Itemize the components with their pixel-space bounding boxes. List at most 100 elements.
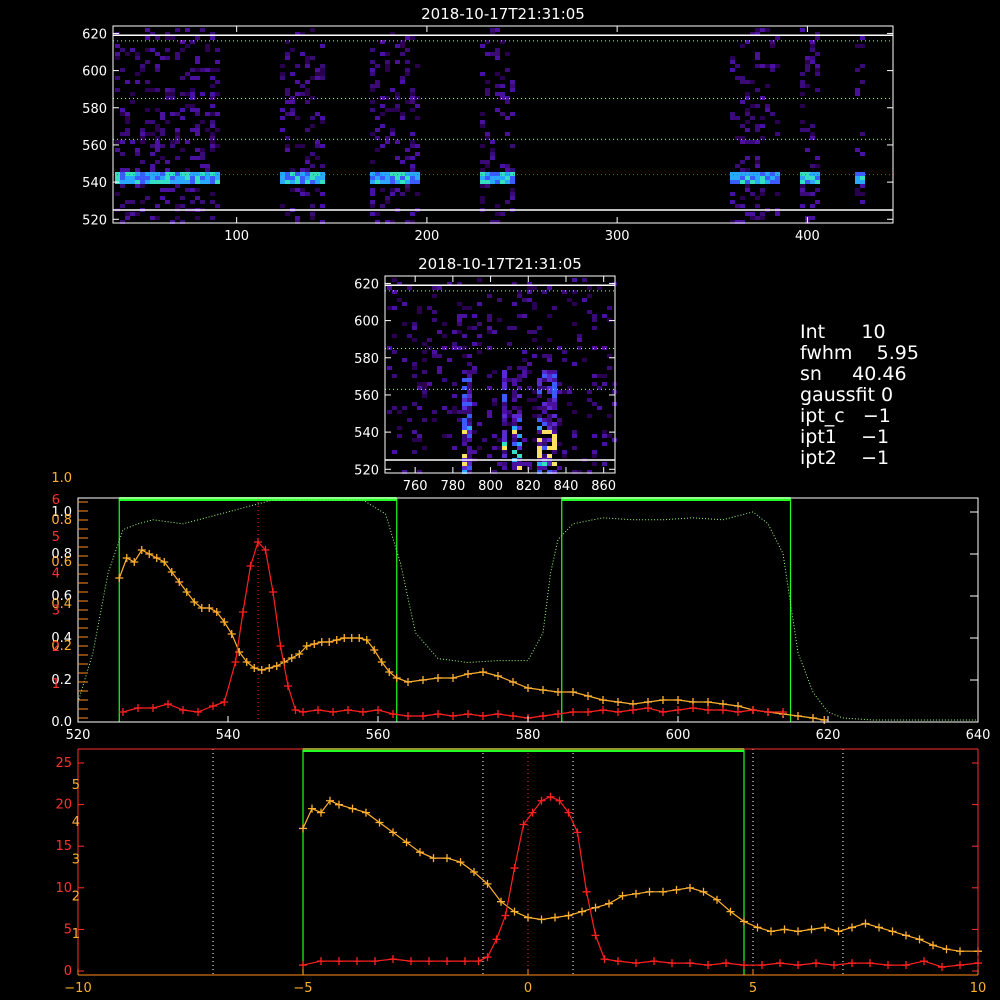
spectrogram-wide-title: 2018-10-17T21:31:05 [421, 5, 585, 23]
profile-offset-red-series-point-26 [632, 959, 640, 968]
info-gaussfit-label: gaussfit [800, 384, 875, 406]
profile-wavelength-red-series-point-10 [246, 562, 255, 570]
profile-wavelength-orange-tick-label-5: 1.0 [51, 471, 72, 486]
profile-wavelength-red-series-point-43 [689, 704, 697, 712]
profile-offset-red-tick-label-3: 15 [55, 839, 72, 854]
spectrogram-zoom-xtick-label-2: 800 [478, 479, 503, 494]
profile-wavelength-red-series-point-31 [509, 712, 517, 720]
profile-wavelength-orange-series-point-28 [325, 638, 334, 646]
profile-offset-orange-series-point-36 [767, 927, 775, 936]
profile-offset-red-series-point-4 [371, 957, 379, 966]
profile-wavelength-red-series-point-24 [404, 712, 412, 720]
profile-wavelength-xtick-label-3: 580 [516, 728, 541, 743]
profile-offset-red-series-point-41 [902, 961, 910, 970]
spectrogram-zoom-frame [384, 275, 616, 474]
profile-wavelength-red-series-point-44 [704, 706, 712, 714]
profile-wavelength-red-series-point-48 [764, 708, 772, 716]
profile-offset-red-series-point-37 [830, 961, 838, 970]
info-int-value: 10 [861, 321, 886, 343]
profile-wavelength-orange-series-point-44 [494, 672, 502, 680]
profile-offset-red-series-point-2 [335, 957, 343, 966]
profile-offset-orange-series-point-28 [659, 887, 667, 896]
profile-wavelength-orange-series-point-45 [509, 678, 517, 686]
profile-offset-red-series-point-43 [938, 963, 946, 972]
profile-offset-red-series-point-39 [866, 959, 874, 968]
profile-wavelength-red-series-point-34 [554, 710, 562, 718]
profile-wavelength-red-series-point-7 [220, 698, 229, 706]
profile-offset-orange-series-point-12 [443, 854, 451, 863]
profile-wavelength-red-series-point-4 [179, 706, 187, 714]
profile-wavelength-red-series-point-19 [329, 708, 337, 716]
profile-offset-orange-series-point-9 [402, 838, 411, 847]
spectrogram-zoom-xtick-label-4: 840 [554, 479, 579, 494]
profile-wavelength-red-series-point-9 [239, 608, 247, 616]
profile-wavelength-red-tick-label-0: 1 [52, 677, 60, 692]
profile-offset-orange-series-point-26 [632, 889, 640, 898]
profile-wavelength-orange-series-point-48 [554, 688, 562, 696]
profile-offset-red-tick-label-4: 20 [55, 798, 72, 813]
spectrogram-wide-xtick-label-3: 400 [795, 229, 820, 244]
profile-wavelength-orange-series-point-58 [704, 698, 712, 706]
info-ipt2: ipt2 −1 [800, 448, 919, 469]
profile-wavelength-xtick-label-5: 620 [816, 728, 841, 743]
profile-offset-red-series-point-9 [461, 957, 469, 966]
profile-offset-xtick-label-2: 0 [524, 981, 532, 996]
profile-wavelength-orange-series-point-50 [584, 692, 592, 700]
profile-offset-orange-series-point-42 [848, 923, 856, 932]
profile-offset-red-series-line [302, 796, 979, 968]
profile-offset-orange-tick-label-3: 3 [72, 852, 80, 867]
profile-offset-red-series-point-23 [591, 931, 600, 940]
profile-offset-orange-series-point-4 [335, 800, 343, 809]
profile-wavelength-orange-series-point-56 [674, 696, 682, 704]
profile-offset-orange-series-point-49 [942, 945, 951, 954]
profile-wavelength-orange-series-point-40 [434, 674, 442, 682]
profile-offset-red-series-point-25 [614, 957, 622, 966]
profile-wavelength-red-series-point-37 [599, 706, 607, 714]
info-fwhm: fwhm 5.95 [800, 343, 919, 364]
profile-wavelength-orange-series-point-49 [569, 688, 577, 696]
profile-offset-orange-series-point-1 [308, 804, 316, 813]
profile-offset-red-series-point-28 [668, 959, 676, 968]
profile-wavelength-red-series-point-13 [269, 588, 277, 596]
profile-wavelength-orange-series-point-30 [340, 634, 349, 642]
spectrogram-zoom-xtick-label-1: 780 [440, 479, 465, 494]
profile-offset-red-series-point-42 [920, 957, 928, 966]
profile-wavelength-red-tick-label-4: 5 [52, 530, 60, 545]
profile-offset-orange-series-point-6 [362, 808, 370, 817]
profile-wavelength-orange-series-point-2 [130, 558, 139, 566]
profile-wavelength-red-series-point-23 [389, 710, 397, 718]
spectrogram-zoom-ytick-label-0: 520 [354, 463, 379, 478]
profile-wavelength-xtick-label-1: 540 [216, 728, 241, 743]
profile-offset-red-series-point-36 [812, 959, 820, 968]
profile-offset-red-series-point-30 [704, 961, 712, 970]
profile-offset-orange-series-point-40 [821, 923, 829, 932]
info-sn: sn 40.46 [800, 364, 919, 385]
spectrogram-zoom: 760 780 800 820 840 860 520 540 560 580 600 620 2018… [354, 255, 617, 494]
spectrogram-zoom-pixels [387, 278, 617, 474]
profile-offset-red-series-point-24 [600, 955, 609, 964]
profile-offset-orange-series-point-13 [456, 858, 465, 867]
profile-wavelength-red-series-point-35 [569, 708, 577, 716]
profile-wavelength-red-series-point-18 [314, 706, 322, 714]
profile-wavelength-red-series-point-22 [374, 706, 382, 714]
profile-wavelength-orange-series-point-3 [137, 546, 146, 554]
spectrogram-wide: 100 200 300 400 520 540 560 580 600 620 2018-10-17… [82, 5, 894, 244]
profile-offset-red-series-point-34 [776, 959, 784, 968]
info-ipt2-label: ipt2 [800, 447, 837, 469]
profile-wavelength-orange-series-point-12 [205, 604, 214, 612]
profile-offset-red-series-point-11 [483, 953, 492, 962]
spectrogram-wide-ytick-label-0: 520 [82, 213, 107, 228]
profile-wavelength-red-series-point-5 [194, 708, 202, 716]
profile-offset-orange-tick-label-1: 1 [72, 927, 80, 942]
profile-wavelength-orange-series-point-41 [449, 674, 457, 682]
profile-wavelength-red-series-point-29 [479, 712, 487, 720]
profile-offset-orange-series-point-30 [686, 883, 694, 892]
profile-offset-orange-series-point-19 [537, 915, 546, 924]
spectrogram-wide-ytick-label-3: 580 [82, 102, 107, 117]
profile-offset-orange-tick-label-5: 5 [72, 778, 80, 793]
profile-offset-orange-series-point-45 [888, 927, 897, 936]
profile-wavelength-red-series-point-3 [164, 700, 172, 708]
profile-wavelength-red-series-point-30 [494, 710, 502, 718]
profile-offset-orange-series-point-27 [645, 887, 654, 896]
profile-offset-red-series-point-38 [848, 959, 856, 968]
